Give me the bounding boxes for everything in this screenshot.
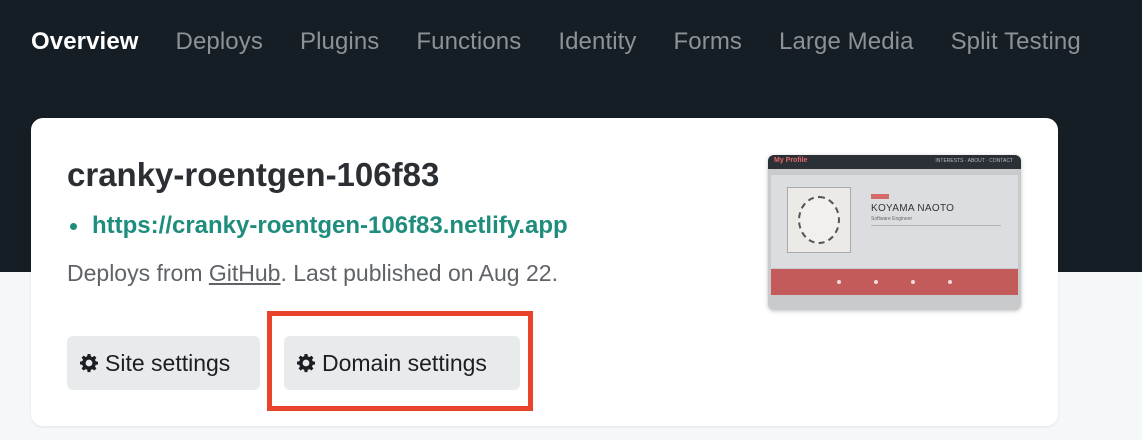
preview-social-icon xyxy=(874,280,879,284)
preview-menu: INTERESTS · ABOUT · CONTACT xyxy=(935,158,1013,164)
deploy-info: Deploys from GitHub. Last published on A… xyxy=(67,260,558,287)
preview-divider xyxy=(871,225,1001,226)
preview-role: Software Engineer xyxy=(871,216,913,222)
preview-social-icon xyxy=(837,280,842,284)
site-url-row: https://cranky-roentgen-106f83.netlify.a… xyxy=(67,212,568,240)
preview-badge xyxy=(871,194,889,199)
nav-tab-functions[interactable]: Functions xyxy=(416,28,521,56)
nav-tab-deploys[interactable]: Deploys xyxy=(176,28,263,56)
preview-social-icon xyxy=(910,280,915,284)
preview-avatar xyxy=(787,187,851,253)
preview-header: My Profile INTERESTS · ABOUT · CONTACT xyxy=(768,155,1021,169)
preview-profile-panel: KOYAMA NAOTO Software Engineer xyxy=(771,175,1018,268)
nav-tab-forms[interactable]: Forms xyxy=(674,28,743,56)
site-name: cranky-roentgen-106f83 xyxy=(67,156,440,193)
gear-icon xyxy=(79,353,99,373)
site-nav: Overview Deploys Plugins Functions Ident… xyxy=(0,0,1142,84)
preview-footer xyxy=(771,269,1018,295)
domain-settings-label: Domain settings xyxy=(322,349,487,376)
preview-name: KOYAMA NAOTO xyxy=(871,203,955,214)
nav-tab-split-testing[interactable]: Split Testing xyxy=(951,28,1081,56)
url-bullet-icon xyxy=(70,222,77,230)
domain-settings-button[interactable]: Domain settings xyxy=(284,336,520,390)
github-link[interactable]: GitHub xyxy=(209,260,281,286)
nav-tab-identity[interactable]: Identity xyxy=(558,28,636,56)
nav-tab-plugins[interactable]: Plugins xyxy=(300,28,379,56)
site-overview-card: cranky-roentgen-106f83 https://cranky-ro… xyxy=(31,118,1058,426)
site-settings-label: Site settings xyxy=(105,349,231,376)
preview-title: My Profile xyxy=(774,157,808,164)
deploy-prefix: Deploys from xyxy=(67,260,209,286)
deploy-suffix: . Last published on Aug 22. xyxy=(280,260,558,286)
site-settings-button[interactable]: Site settings xyxy=(67,336,260,390)
preview-social-icon xyxy=(947,280,952,284)
avatar-face-icon xyxy=(798,196,840,244)
nav-tab-large-media[interactable]: Large Media xyxy=(779,28,914,56)
site-url-link[interactable]: https://cranky-roentgen-106f83.netlify.a… xyxy=(92,212,568,240)
nav-tab-overview[interactable]: Overview xyxy=(31,28,139,56)
site-preview-thumbnail[interactable]: My Profile INTERESTS · ABOUT · CONTACT K… xyxy=(768,155,1021,310)
gear-icon xyxy=(296,353,316,373)
